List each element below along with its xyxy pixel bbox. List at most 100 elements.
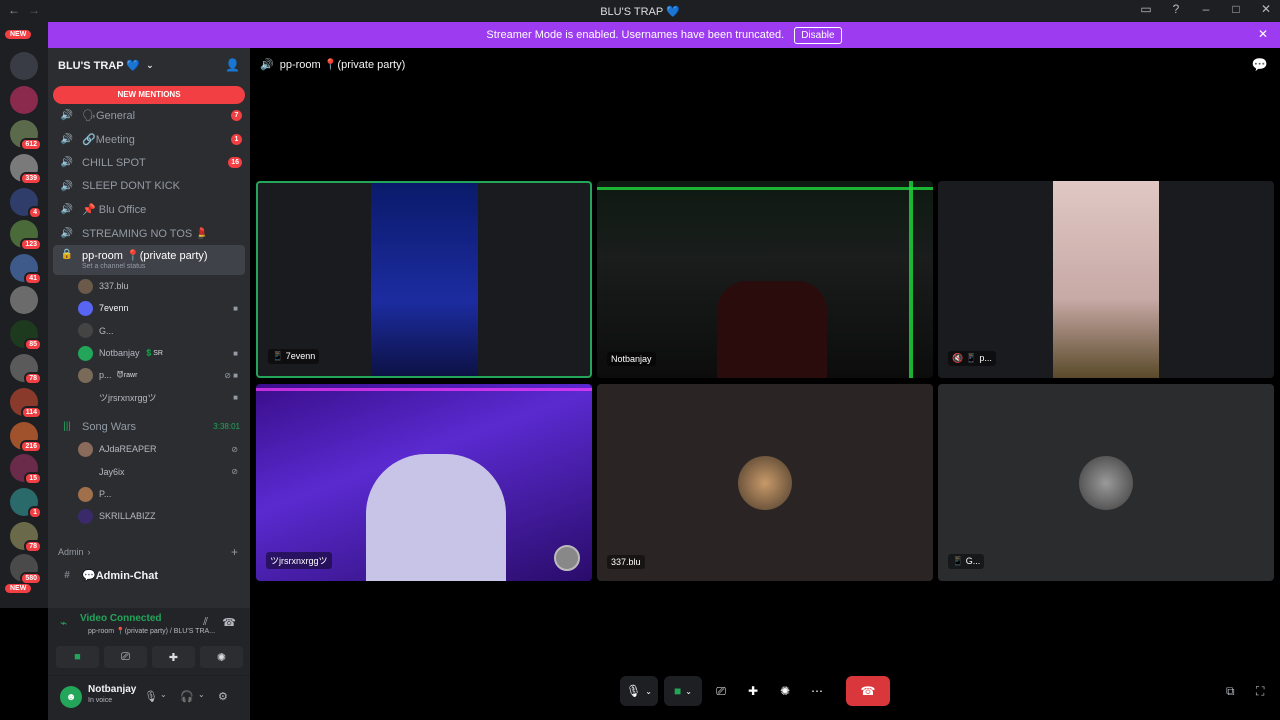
forward-arrow-icon[interactable]: →	[28, 3, 40, 17]
voice-user[interactable]: ツjrsrxnxrggツ ■	[48, 386, 250, 408]
disconnect-button[interactable]: ☎	[846, 676, 890, 706]
chevron-down-icon[interactable]: ⌄	[198, 690, 205, 699]
fullscreen-icon[interactable]: ⛶	[1256, 684, 1264, 699]
voice-user[interactable]: 337.blu	[48, 275, 250, 297]
new-unread-pill[interactable]: NEW	[5, 30, 32, 39]
tile-label: 🔇 📱 p...	[948, 351, 996, 366]
avatar-tile[interactable]: 337.blu	[597, 384, 933, 581]
server-icon[interactable]: 41	[10, 254, 42, 285]
channel-label: 🗣General	[82, 110, 136, 123]
avatar	[78, 300, 93, 316]
video-tile[interactable]: Notbanjay	[597, 181, 933, 378]
channel-pp-room[interactable]: 🔒 pp-room 📍(private party) Set a channel…	[53, 245, 245, 275]
activities-icon: ✚	[747, 684, 759, 698]
microphone-icon[interactable]: 🎙	[144, 690, 158, 703]
user-name[interactable]: Notbanjay	[88, 684, 136, 695]
close-window-icon[interactable]: ✕	[1258, 2, 1274, 16]
channel-meeting[interactable]: 🔊 🔗Meeting 1	[48, 128, 250, 152]
channel-sleep-dont-kick[interactable]: 🔊 SLEEP DONT KICK	[48, 175, 250, 199]
soundboard-button[interactable]: ✺	[200, 646, 243, 668]
more-options-button[interactable]: ⋯	[804, 676, 830, 706]
screen-share-button[interactable]: ⎚	[708, 676, 734, 706]
voice-user[interactable]: AJdaREAPER ⊘	[48, 438, 250, 460]
server-icon[interactable]: 1	[10, 488, 42, 519]
soundboard-button[interactable]: ✺	[772, 676, 798, 706]
server-icon[interactable]	[10, 86, 38, 114]
screen-share-icon: ⎚	[121, 650, 130, 663]
signal-icon[interactable]: ⌁	[60, 616, 67, 630]
avatar-tile[interactable]: 📱 G...	[938, 384, 1274, 581]
close-icon[interactable]: ✕	[1258, 27, 1268, 41]
voice-user[interactable]: G...	[48, 320, 250, 342]
connection-status[interactable]: Video Connected	[80, 613, 162, 624]
mute-icon: ⊘	[231, 444, 238, 454]
voice-user[interactable]: p... 😈rawr ⊘ ■	[48, 364, 250, 386]
new-unread-pill[interactable]: NEW	[5, 584, 32, 593]
server-icon[interactable]: 78	[10, 522, 42, 553]
soundboard-icon: ✺	[779, 684, 791, 698]
channel-admin-chat[interactable]: # 💬Admin-Chat	[48, 563, 250, 587]
speaker-icon: 🔊	[60, 133, 74, 145]
guild-header[interactable]: BLU'S TRAP 💙 ⌄ 👤	[48, 48, 250, 82]
channel-general[interactable]: 🔊 🗣General 7	[48, 104, 250, 128]
video-tile[interactable]: 🔇 📱 p...	[938, 181, 1274, 378]
minimize-icon[interactable]: –	[1198, 2, 1214, 16]
back-arrow-icon[interactable]: ←	[8, 3, 20, 17]
channel-streaming[interactable]: 🔊 STREAMING NO TOS 💄	[48, 222, 250, 246]
server-icon[interactable]	[10, 52, 38, 80]
noise-suppression-icon[interactable]: ⫽	[203, 616, 208, 629]
server-icon[interactable]: 580	[10, 554, 42, 585]
invite-people-icon[interactable]: 👤	[225, 58, 240, 72]
server-icon[interactable]	[10, 286, 38, 314]
mention-badge: 123	[20, 238, 42, 251]
server-icon[interactable]: 114	[10, 388, 42, 419]
server-icon[interactable]: 612	[10, 120, 42, 151]
server-icon[interactable]: 4	[10, 188, 42, 219]
mute-and-video-icon: ⊘ ■	[224, 370, 238, 380]
camera-button[interactable]: ■	[56, 646, 99, 668]
video-tile[interactable]: ツjrsrxnxrggツ	[256, 384, 592, 581]
server-icon[interactable]: 15	[10, 454, 42, 485]
voice-user-name: G...	[99, 325, 114, 336]
chevron-down-icon[interactable]: ⌄	[160, 690, 167, 699]
server-icon[interactable]: 78	[10, 354, 42, 385]
server-icon[interactable]: 123	[10, 220, 42, 251]
mention-badge: 15	[24, 472, 42, 485]
server-icon[interactable]: 216	[10, 422, 42, 453]
connection-location[interactable]: pp-room 📍(private party) / BLU'S TRA...	[88, 627, 215, 635]
avatar	[78, 323, 93, 339]
voice-user[interactable]: Notbanjay 💲SR ■	[48, 342, 250, 364]
chat-bubble-icon[interactable]: 💬	[1252, 57, 1268, 73]
speaker-icon: 🔊	[60, 204, 74, 216]
popout-icon[interactable]: ⧉	[1226, 684, 1235, 699]
channel-song-wars[interactable]: ||| Song Wars 3:38:01	[48, 415, 250, 439]
maximize-icon[interactable]: □	[1228, 2, 1244, 16]
chevron-down-icon: ⌄	[146, 59, 154, 70]
camera-button[interactable]: ■ ⌄	[664, 676, 702, 706]
channel-blu-office[interactable]: 🔊 📌 Blu Office	[48, 198, 250, 222]
voice-user[interactable]: SKRILLABIZZ	[48, 505, 250, 527]
disable-button[interactable]: Disable	[794, 26, 842, 44]
video-tile[interactable]: 📱 7evenn	[256, 181, 592, 378]
server-icon[interactable]: 85	[10, 320, 42, 351]
add-channel-icon[interactable]: +	[231, 545, 238, 559]
microphone-button[interactable]: 🎙 ⌄	[620, 676, 658, 706]
headphones-icon[interactable]: 🎧	[180, 690, 194, 703]
activities-button[interactable]: ✚	[152, 646, 195, 668]
voice-user[interactable]: Jay6ix ⊘	[48, 461, 250, 483]
activity-timer: 3:38:01	[213, 422, 240, 432]
settings-gear-icon[interactable]: ⚙	[218, 690, 228, 703]
voice-user[interactable]: 7evenn ■	[48, 297, 250, 319]
category-admin[interactable]: Admin › +	[48, 541, 250, 563]
channel-status[interactable]: Set a channel status	[82, 263, 145, 270]
server-icon[interactable]: 339	[10, 154, 42, 185]
inbox-icon[interactable]: ▭	[1138, 2, 1154, 16]
activities-button[interactable]: ✚	[740, 676, 766, 706]
new-mentions-button[interactable]: NEW MENTIONS	[53, 86, 245, 104]
screen-share-button[interactable]: ⎚	[104, 646, 147, 668]
help-icon[interactable]: ?	[1168, 2, 1184, 16]
disconnect-icon[interactable]: ☎	[222, 616, 236, 629]
avatar[interactable]: ☻	[60, 686, 82, 708]
voice-user[interactable]: P...	[48, 483, 250, 505]
channel-chill-spot[interactable]: 🔊 CHILL SPOT 16	[48, 151, 250, 175]
